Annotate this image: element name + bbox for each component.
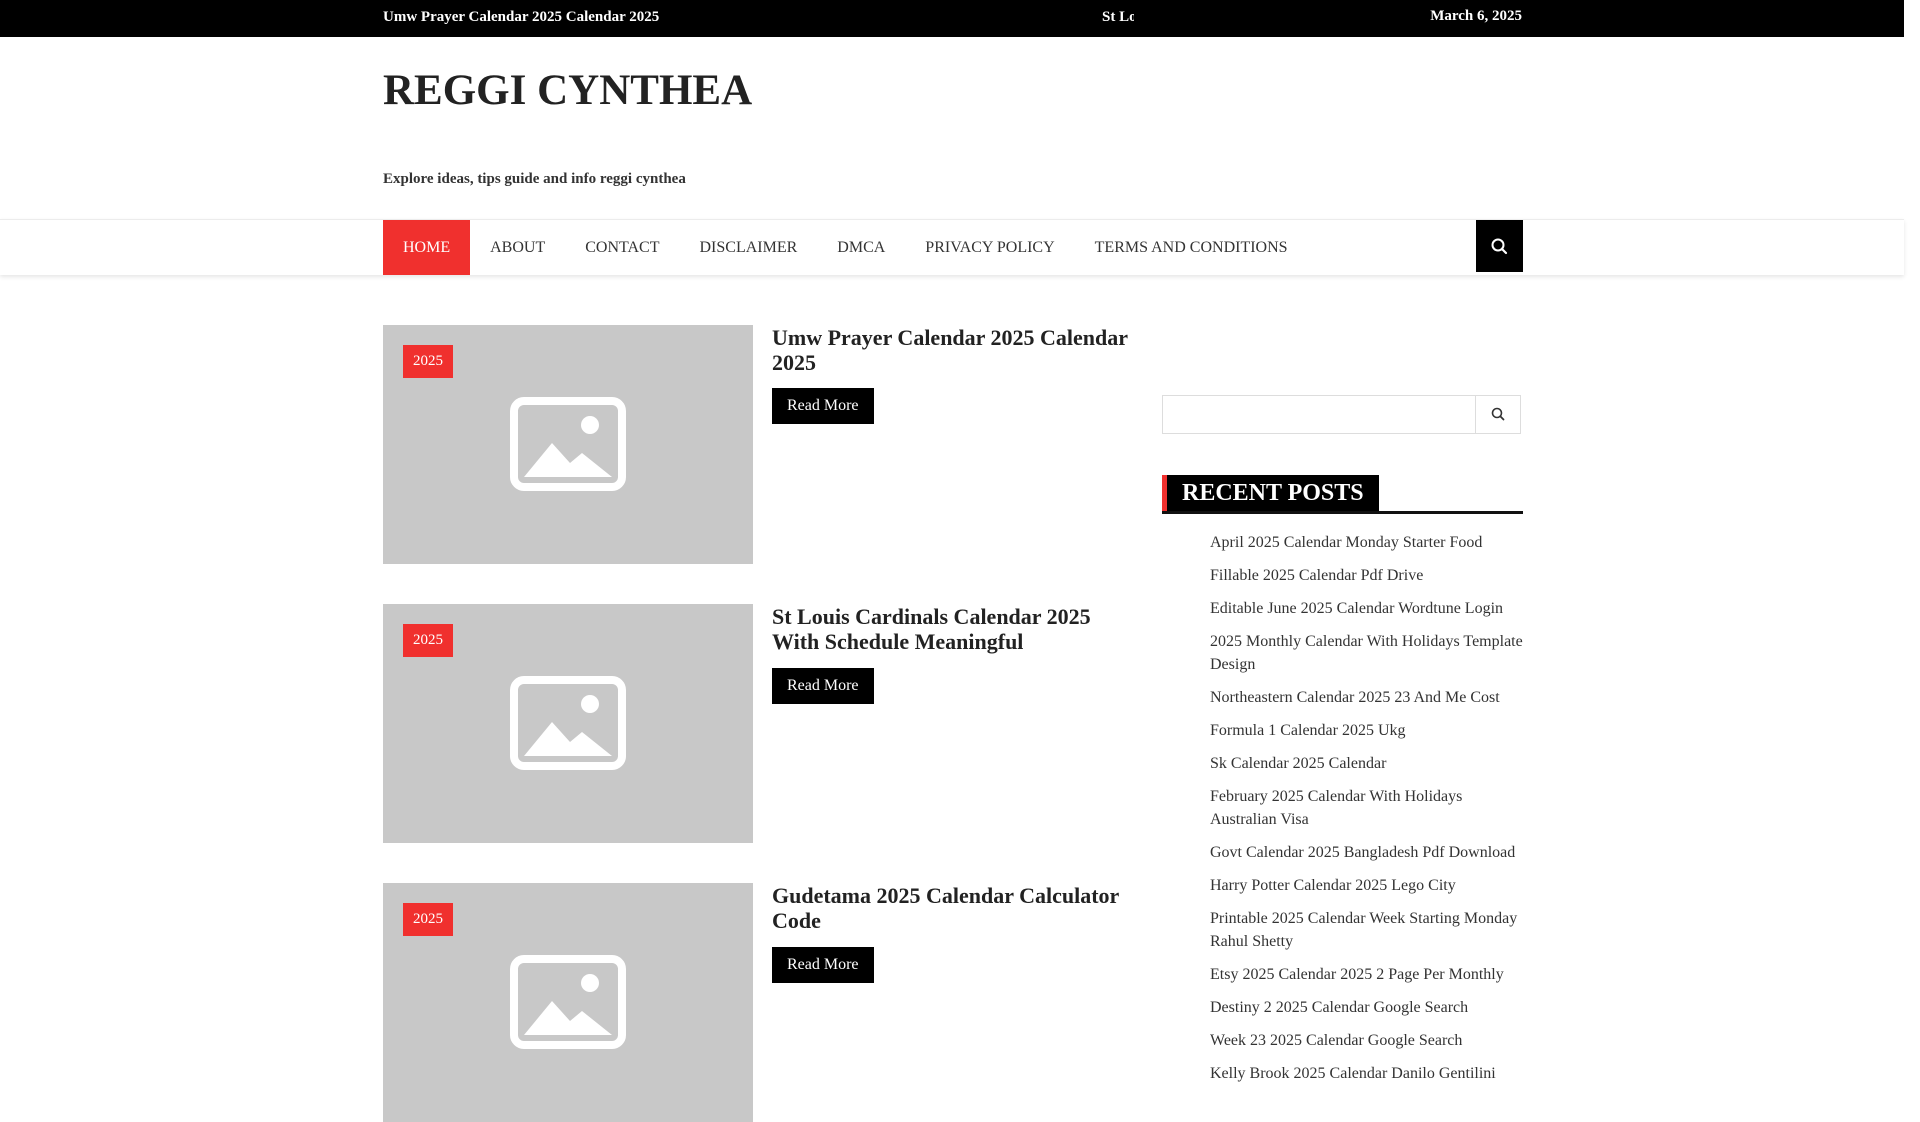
site-tagline: Explore ideas, tips guide and info reggi… [383,171,686,187]
recent-post-link[interactable]: Week 23 2025 Calendar Google Search [1210,1029,1525,1052]
search-icon [1491,238,1508,255]
read-more-button[interactable]: Read More [772,388,874,424]
sidebar-search-button[interactable] [1475,396,1520,433]
widget-title: RECENT POSTS [1167,475,1379,511]
recent-post-link[interactable]: Sk Calendar 2025 Calendar [1210,752,1525,775]
recent-post-link[interactable]: Formula 1 Calendar 2025 Ukg [1210,719,1525,742]
read-more-button[interactable]: Read More [772,947,874,983]
category-badge[interactable]: 2025 [403,624,453,657]
recent-post-link[interactable]: Govt Calendar 2025 Bangladesh Pdf Downlo… [1210,841,1525,864]
nav-item-home[interactable]: HOME [383,220,471,275]
recent-post-link[interactable]: Destiny 2 2025 Calendar Google Search [1210,996,1525,1019]
recent-post-link[interactable]: April 2025 Calendar Monday Starter Food [1210,531,1525,554]
recent-post-link[interactable]: Editable June 2025 Calendar Wordtune Log… [1210,597,1525,620]
nav-item-dmca[interactable]: DMCA [817,220,905,275]
recent-post-link[interactable]: 2025 Monthly Calendar With Holidays Temp… [1210,630,1525,676]
recent-post-link[interactable]: Northeastern Calendar 2025 23 And Me Cos… [1210,686,1525,709]
nav-item-contact[interactable]: CONTACT [565,220,679,275]
image-placeholder-icon [510,676,626,770]
post-thumbnail[interactable]: 2025 [383,883,753,1122]
post-title[interactable]: St Louis Cardinals Calendar 2025 With Sc… [772,604,1132,654]
recent-post-link[interactable]: Fillable 2025 Calendar Pdf Drive [1210,564,1525,587]
image-placeholder-icon [510,955,626,1049]
category-badge[interactable]: 2025 [403,345,453,378]
post-title[interactable]: Gudetama 2025 Calendar Calculator Code [772,883,1132,933]
image-placeholder-icon [510,397,626,491]
nav-menu: HOME ABOUT CONTACT DISCLAIMER DMCA PRIVA… [383,220,1308,275]
ticker-headline-2[interactable]: St Louis Cardinals Calendar 2025 With Sc… [1102,9,1134,26]
post-title[interactable]: Umw Prayer Calendar 2025 Calendar 2025 [772,325,1132,375]
recent-posts-heading: RECENT POSTS [1162,475,1523,514]
nav-item-disclaimer[interactable]: DISCLAIMER [680,220,818,275]
recent-posts-list: April 2025 Calendar Monday Starter Food … [1210,531,1525,1095]
sidebar-search-form [1162,395,1521,434]
category-badge[interactable]: 2025 [403,903,453,936]
nav-item-privacy-policy[interactable]: PRIVACY POLICY [905,220,1074,275]
site-title[interactable]: REGGI CYNTHEA [383,66,783,115]
post-thumbnail[interactable]: 2025 [383,604,753,843]
search-icon [1491,407,1505,421]
sidebar-search-input[interactable] [1163,396,1477,433]
nav-item-terms[interactable]: TERMS AND CONDITIONS [1075,220,1308,275]
ticker-headline-1[interactable]: Umw Prayer Calendar 2025 Calendar 2025 [383,9,659,26]
recent-post-link[interactable]: Printable 2025 Calendar Week Starting Mo… [1210,907,1525,953]
recent-post-link[interactable]: Harry Potter Calendar 2025 Lego City [1210,874,1525,897]
main-navigation: HOME ABOUT CONTACT DISCLAIMER DMCA PRIVA… [0,219,1904,275]
recent-post-link[interactable]: Kelly Brook 2025 Calendar Danilo Gentili… [1210,1062,1525,1085]
recent-post-link[interactable]: Etsy 2025 Calendar 2025 2 Page Per Month… [1210,963,1525,986]
top-bar: Umw Prayer Calendar 2025 Calendar 2025 S… [0,0,1904,37]
read-more-button[interactable]: Read More [772,668,874,704]
recent-post-link[interactable]: February 2025 Calendar With Holidays Aus… [1210,785,1525,831]
nav-item-about[interactable]: ABOUT [470,220,565,275]
nav-search-button[interactable] [1476,220,1523,272]
current-date: March 6, 2025 [1430,8,1522,24]
post-thumbnail[interactable]: 2025 [383,325,753,564]
ticker-clip: St Louis Cardinals Calendar 2025 With Sc… [1102,9,1134,31]
